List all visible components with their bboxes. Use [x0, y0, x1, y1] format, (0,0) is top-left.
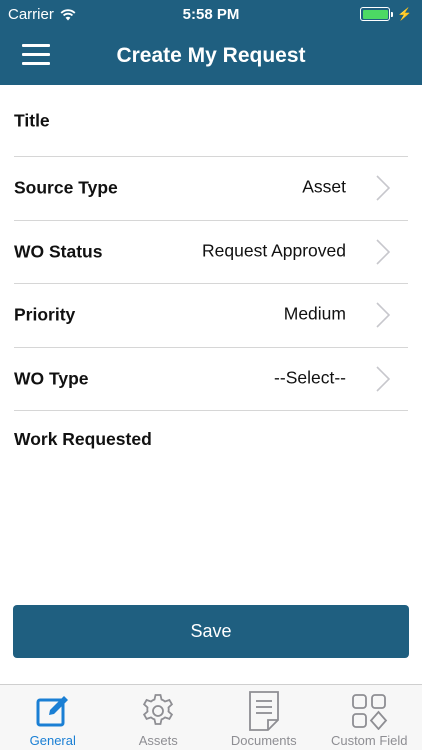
- chevron-right-icon: [376, 302, 390, 328]
- clock: 5:58 PM: [182, 6, 240, 23]
- document-icon: [248, 691, 279, 731]
- tab-bar: General Assets Documents Custom Field: [0, 684, 422, 750]
- wo-status-value: Request Approved: [202, 240, 346, 261]
- request-form: Title Source Type Asset WO Status Reques…: [0, 85, 422, 591]
- gear-icon: [143, 694, 174, 725]
- tab-general[interactable]: General: [0, 685, 106, 750]
- chevron-right-icon: [376, 175, 390, 201]
- tab-documents-label: Documents: [230, 733, 297, 748]
- wo-type-label: WO Type: [14, 368, 89, 389]
- priority-label: Priority: [14, 304, 76, 325]
- chevron-right-icon: [376, 366, 390, 392]
- battery-indicator: ⚡: [360, 7, 412, 21]
- priority-value: Medium: [283, 303, 346, 324]
- tab-assets[interactable]: Assets: [106, 685, 212, 750]
- tab-custom-field[interactable]: Custom Field: [317, 685, 422, 750]
- page-title: Create My Request: [116, 44, 306, 67]
- source-type-label: Source Type: [14, 177, 118, 198]
- battery-icon: [360, 7, 391, 21]
- source-type-row[interactable]: Source Type Asset: [14, 157, 408, 221]
- status-bar: Carrier 5:58 PM ⚡: [0, 0, 422, 30]
- tab-general-label: General: [29, 733, 76, 748]
- shapes-grid-icon: [352, 694, 388, 730]
- charging-bolt-icon: ⚡: [397, 7, 412, 21]
- tab-custom-field-label: Custom Field: [330, 733, 408, 748]
- priority-row[interactable]: Priority Medium: [14, 284, 408, 348]
- chevron-right-icon: [376, 239, 390, 265]
- title-label: Title: [14, 110, 50, 130]
- work-requested-label: Work Requested: [14, 429, 152, 449]
- source-type-value: Asset: [302, 176, 346, 197]
- wo-type-row[interactable]: WO Type --Select--: [14, 348, 408, 411]
- save-button[interactable]: Save: [13, 605, 409, 658]
- header-bar: Carrier 5:58 PM ⚡ Create My Request: [0, 0, 422, 85]
- wo-status-label: WO Status: [14, 241, 103, 262]
- pencil-square-icon: [36, 696, 68, 727]
- title-row[interactable]: Title: [14, 85, 408, 157]
- tab-assets-label: Assets: [138, 733, 178, 748]
- wo-status-row[interactable]: WO Status Request Approved: [14, 221, 408, 284]
- tab-documents[interactable]: Documents: [211, 685, 317, 750]
- work-requested-field[interactable]: Work Requested: [14, 411, 422, 591]
- wo-type-value: --Select--: [274, 367, 346, 388]
